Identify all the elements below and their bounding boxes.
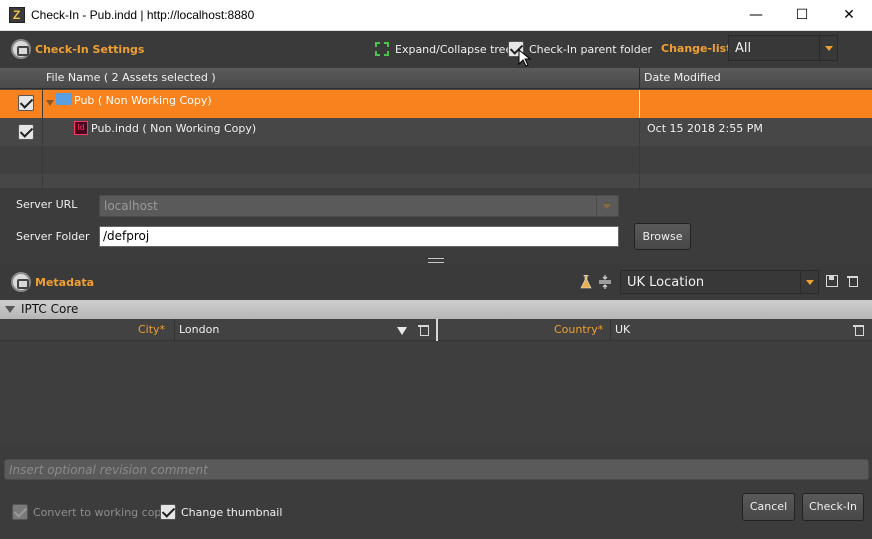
column-divider: [639, 90, 640, 118]
changelist-label: Change-list:: [661, 42, 736, 55]
row-date: Oct 15 2018 2:55 PM: [647, 122, 763, 135]
minimize-button[interactable]: —: [733, 0, 779, 31]
column-divider: [639, 68, 640, 89]
app-icon: Z: [9, 7, 25, 23]
row-checkbox[interactable]: [18, 124, 34, 140]
change-thumbnail-label: Change thumbnail: [181, 506, 283, 519]
expand-collapse-button[interactable]: Expand/Collapse tree: [395, 43, 512, 56]
chevron-down-icon: [596, 196, 618, 216]
save-icon[interactable]: [826, 275, 838, 287]
city-delete-icon[interactable]: [418, 324, 430, 336]
field-divider: [174, 319, 175, 341]
browse-button[interactable]: Browse: [634, 223, 691, 250]
city-field[interactable]: London: [179, 323, 219, 336]
splitter-handle[interactable]: [428, 258, 444, 263]
metadata-preset-value: UK Location: [627, 275, 705, 290]
metadata-preset-select[interactable]: UK Location: [620, 270, 819, 294]
checkin-settings-title: Check-In Settings: [35, 43, 145, 56]
field-divider: [610, 319, 611, 341]
delete-preset-icon[interactable]: [847, 275, 859, 287]
row-file-name: Pub ( Non Working Copy): [74, 94, 212, 107]
checkin-button[interactable]: Check-In: [802, 493, 864, 521]
maximize-button[interactable]: ☐: [779, 0, 825, 31]
metadata-disc-icon: [11, 272, 31, 292]
country-delete-icon[interactable]: [853, 324, 865, 336]
chevron-down-icon: [819, 36, 837, 60]
convert-working-copy-label: Convert to working copy: [33, 506, 168, 519]
table-row-empty: [0, 174, 872, 188]
folder-icon: [56, 93, 72, 105]
iptc-group-header[interactable]: IPTC Core: [0, 300, 872, 319]
changelist-select[interactable]: All: [728, 35, 838, 61]
city-dropdown-icon[interactable]: [397, 327, 407, 335]
server-folder-label: Server Folder: [16, 230, 90, 243]
city-label: City*: [138, 323, 166, 336]
window-titlebar: Z Check-In - Pub.indd | http://localhost…: [0, 0, 872, 31]
change-thumbnail-checkbox[interactable]: [160, 504, 176, 520]
metadata-header: Metadata UK Location: [0, 264, 872, 300]
window-title: Check-In - Pub.indd | http://localhost:8…: [31, 8, 255, 22]
expand-collapse-icon[interactable]: [374, 41, 390, 57]
column-divider: [42, 89, 43, 188]
table-row[interactable]: Id Pub.indd ( Non Working Copy) Oct 15 2…: [0, 118, 872, 146]
convert-working-copy-checkbox: [12, 504, 28, 520]
server-url-value: localhost: [104, 199, 158, 213]
server-folder-field[interactable]: /defproj: [99, 226, 619, 247]
field-divider: [436, 319, 438, 341]
country-label: Country*: [554, 323, 604, 336]
metadata-title: Metadata: [35, 276, 95, 289]
table-row[interactable]: Pub ( Non Working Copy): [0, 90, 872, 118]
row-file-name: Pub.indd ( Non Working Copy): [91, 122, 257, 135]
collapse-rows-icon[interactable]: [599, 275, 611, 289]
iptc-group-title: IPTC Core: [21, 302, 79, 316]
country-field[interactable]: UK: [615, 323, 630, 336]
column-divider: [639, 118, 640, 188]
revision-comment-placeholder: Insert optional revision comment: [9, 463, 208, 477]
metadata-field-row: City* London Country* UK: [0, 319, 872, 341]
asset-table-header: File Name ( 2 Assets selected ) Date Mod…: [0, 68, 872, 89]
tree-expand-icon[interactable]: [46, 100, 54, 106]
chevron-down-icon: [800, 271, 818, 293]
close-button[interactable]: ✕: [826, 0, 872, 31]
column-header-date-modified[interactable]: Date Modified: [644, 71, 721, 84]
column-header-file-name[interactable]: File Name ( 2 Assets selected ): [46, 71, 216, 84]
checkin-parent-label: Check-In parent folder: [529, 43, 653, 56]
row-checkbox[interactable]: [18, 95, 34, 111]
revision-comment-input[interactable]: Insert optional revision comment: [4, 459, 869, 480]
group-collapse-icon[interactable]: [5, 306, 15, 313]
flask-icon[interactable]: [580, 274, 592, 289]
server-folder-value: /defproj: [103, 229, 150, 243]
checkin-settings-header: Check-In Settings Expand/Collapse tree C…: [0, 31, 872, 69]
indesign-file-icon: Id: [74, 121, 88, 135]
table-row-empty: [0, 146, 872, 174]
changelist-value: All: [735, 41, 752, 56]
settings-disc-icon: [11, 39, 31, 59]
server-url-field: localhost: [99, 195, 619, 217]
server-url-label: Server URL: [16, 198, 78, 211]
cancel-button[interactable]: Cancel: [742, 493, 795, 521]
